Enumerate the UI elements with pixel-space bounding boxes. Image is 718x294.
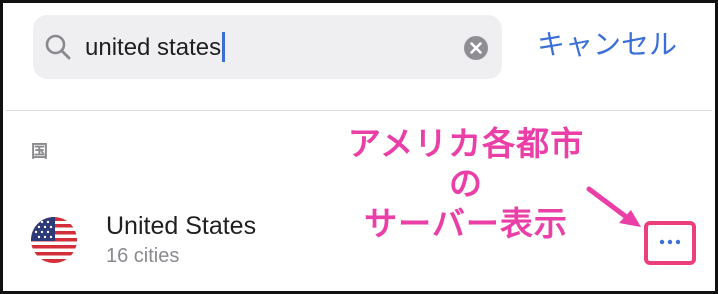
annotation-line-1: アメリカ各都市の [347,125,585,202]
screenshot-frame: united states キャンセル 国 アメリカ各都市の サーバー表示 Un… [0,0,718,294]
search-icon [45,34,71,60]
header-divider [6,110,712,111]
us-flag-icon [31,217,77,263]
cancel-button[interactable]: キャンセル [537,28,677,62]
country-city-count: 16 cities [106,245,180,267]
search-input[interactable]: united states [85,32,226,63]
country-name: United States [106,212,257,240]
clear-search-icon[interactable] [463,35,489,61]
more-options-button[interactable] [644,221,696,265]
search-input-value: united states [85,34,222,61]
more-dots-icon [659,239,681,245]
section-header-country: 国 [31,142,48,161]
search-bar[interactable]: united states [33,15,502,79]
text-caret [222,32,226,62]
